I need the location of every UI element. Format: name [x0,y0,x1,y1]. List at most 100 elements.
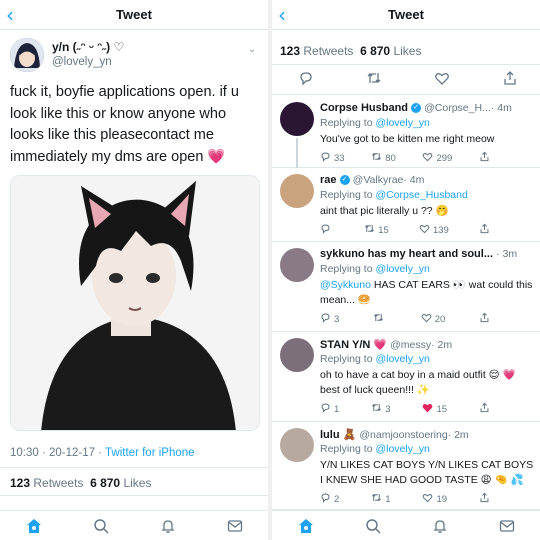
author-handle[interactable]: @lovely_yn [52,56,112,68]
reply-time: · 2m [447,429,469,441]
reply-actions: 1 3 15 [320,402,490,416]
replying-to-link[interactable]: @lovely_yn [375,117,429,129]
reply-avatar[interactable] [280,248,314,282]
reply-item[interactable]: rae ✓ @Valkyrae· 4m Replying to @Corpse_H… [272,168,540,242]
reply-button[interactable]: 2 [320,492,339,506]
likes-label[interactable]: Likes [123,476,151,490]
retweets-count[interactable]: 123 [10,476,30,490]
reply-author-name[interactable]: sykkuno has my heart and soul... [320,248,493,260]
reply-icon[interactable] [298,70,314,91]
reply-text: You've got to be kitten me right meow [320,132,534,147]
retweets-label[interactable]: Retweets [33,476,83,490]
verified-badge-icon: ✓ [339,175,350,186]
author-name[interactable]: y/n (˶ᵔ ᵕ ᵔ˶) ♡ [52,40,124,54]
reply-mention[interactable]: @Sykkuno [320,279,371,291]
notifications-icon[interactable] [158,516,178,536]
header-title: Tweet [116,7,152,22]
replying-to: Replying to @lovely_yn [320,443,430,455]
search-icon[interactable] [363,516,383,536]
tweet-timestamp: 10:30 · 20-12-17 · [10,447,106,459]
retweet-button[interactable]: 80 [371,151,396,165]
messages-icon[interactable] [497,516,517,536]
retweet-icon[interactable] [366,70,382,91]
replying-to-link[interactable]: @lovely_yn [375,443,429,455]
retweet-button[interactable] [373,312,387,326]
tweet-image[interactable] [10,175,260,431]
likes-label[interactable]: Likes [393,44,421,58]
reply-icon [320,492,331,506]
retweet-icon [373,312,384,326]
reply-time: · 2m [431,339,453,351]
retweet-count: 1 [385,493,391,505]
retweet-count: 15 [378,224,389,236]
likes-count[interactable]: 6 870 [90,476,120,490]
reply-text-body: oh to have a cat boy in a maid outfit 😌 … [320,369,516,396]
tweet-stats: 123 Retweets 6 870 Likes [280,44,421,58]
reply-icon [320,312,331,326]
right-panel: ‹ Tweet 123 Retweets 6 870 Likes Corpse … [272,0,540,540]
like-button[interactable]: 20 [421,312,445,326]
reply-item[interactable]: STAN Y/N 💗 @messy· 2m Replying to @lovely… [272,332,540,422]
replying-to-label: Replying to [320,117,376,129]
reply-text: oh to have a cat boy in a maid outfit 😌 … [320,368,534,398]
notifications-icon[interactable] [430,516,450,536]
like-icon[interactable] [434,70,450,91]
replying-to-label: Replying to [320,443,376,455]
reply-author-name[interactable]: lulu 🧸 [320,429,356,441]
tweet-stats: 123 Retweets 6 870 Likes [10,476,151,490]
home-icon[interactable] [296,516,316,536]
reply-item[interactable]: lulu 🧸 @namjoonstoering· 2m Replying to @… [272,422,540,510]
like-button[interactable]: 299 [422,151,452,165]
search-icon[interactable] [91,516,111,536]
reply-button[interactable]: 1 [320,402,339,416]
retweets-count[interactable]: 123 [280,44,300,58]
share-icon [479,223,490,237]
reply-avatar[interactable] [280,102,314,136]
reply-author-handle[interactable]: @messy [390,339,431,351]
like-button[interactable]: 19 [422,492,447,506]
retweet-button[interactable]: 1 [371,492,391,506]
share-button[interactable] [479,492,490,506]
share-icon [479,312,490,326]
share-button[interactable] [479,402,490,416]
share-icon[interactable] [502,70,518,91]
replying-to-link[interactable]: @lovely_yn [375,263,429,275]
reply-author-name[interactable]: Corpse Husband [320,102,408,114]
reply-button[interactable] [320,223,334,237]
share-button[interactable] [479,151,490,165]
reply-button[interactable]: 33 [320,151,345,165]
share-button[interactable] [479,223,490,237]
like-button[interactable]: 15 [422,402,447,416]
messages-icon[interactable] [225,516,245,536]
back-icon[interactable]: ‹ [6,3,14,27]
retweet-button[interactable]: 15 [364,223,389,237]
reply-author-handle[interactable]: @namjoonstoering [359,429,447,441]
reply-header: sykkuno has my heart and soul... · 3m [320,248,534,260]
reply-avatar[interactable] [280,338,314,372]
retweet-button[interactable]: 3 [371,402,391,416]
reply-item[interactable]: sykkuno has my heart and soul... · 3m Rep… [272,242,540,332]
reply-author-handle[interactable]: @Corpse_H... [424,102,491,114]
share-button[interactable] [479,312,490,326]
reply-avatar[interactable] [280,174,314,208]
replying-to-link[interactable]: @Corpse_Husband [375,189,467,201]
reply-author-handle[interactable]: @Valkyrae [353,174,404,186]
like-count: 19 [436,493,448,505]
like-button[interactable]: 139 [419,223,449,237]
reply-author-name[interactable]: STAN Y/N 💗 [320,339,387,351]
home-icon[interactable] [24,516,44,536]
retweet-count: 80 [385,152,396,164]
reply-item[interactable]: Corpse Husband ✓ @Corpse_H...· 4m Replyin… [272,96,540,168]
retweets-label[interactable]: Retweets [303,44,353,58]
replying-to-link[interactable]: @lovely_yn [375,353,429,365]
reply-button[interactable]: 3 [320,312,339,326]
reply-author-name[interactable]: rae [320,174,337,186]
author-avatar[interactable] [10,38,44,72]
reply-icon [320,151,331,165]
reply-avatar[interactable] [280,428,314,462]
likes-count[interactable]: 6 870 [360,44,390,58]
tweet-source-link[interactable]: Twitter for iPhone [105,447,194,459]
back-icon[interactable]: ‹ [278,3,286,27]
chevron-down-icon[interactable]: ⌄ [248,44,256,55]
retweet-count: 3 [385,403,391,415]
